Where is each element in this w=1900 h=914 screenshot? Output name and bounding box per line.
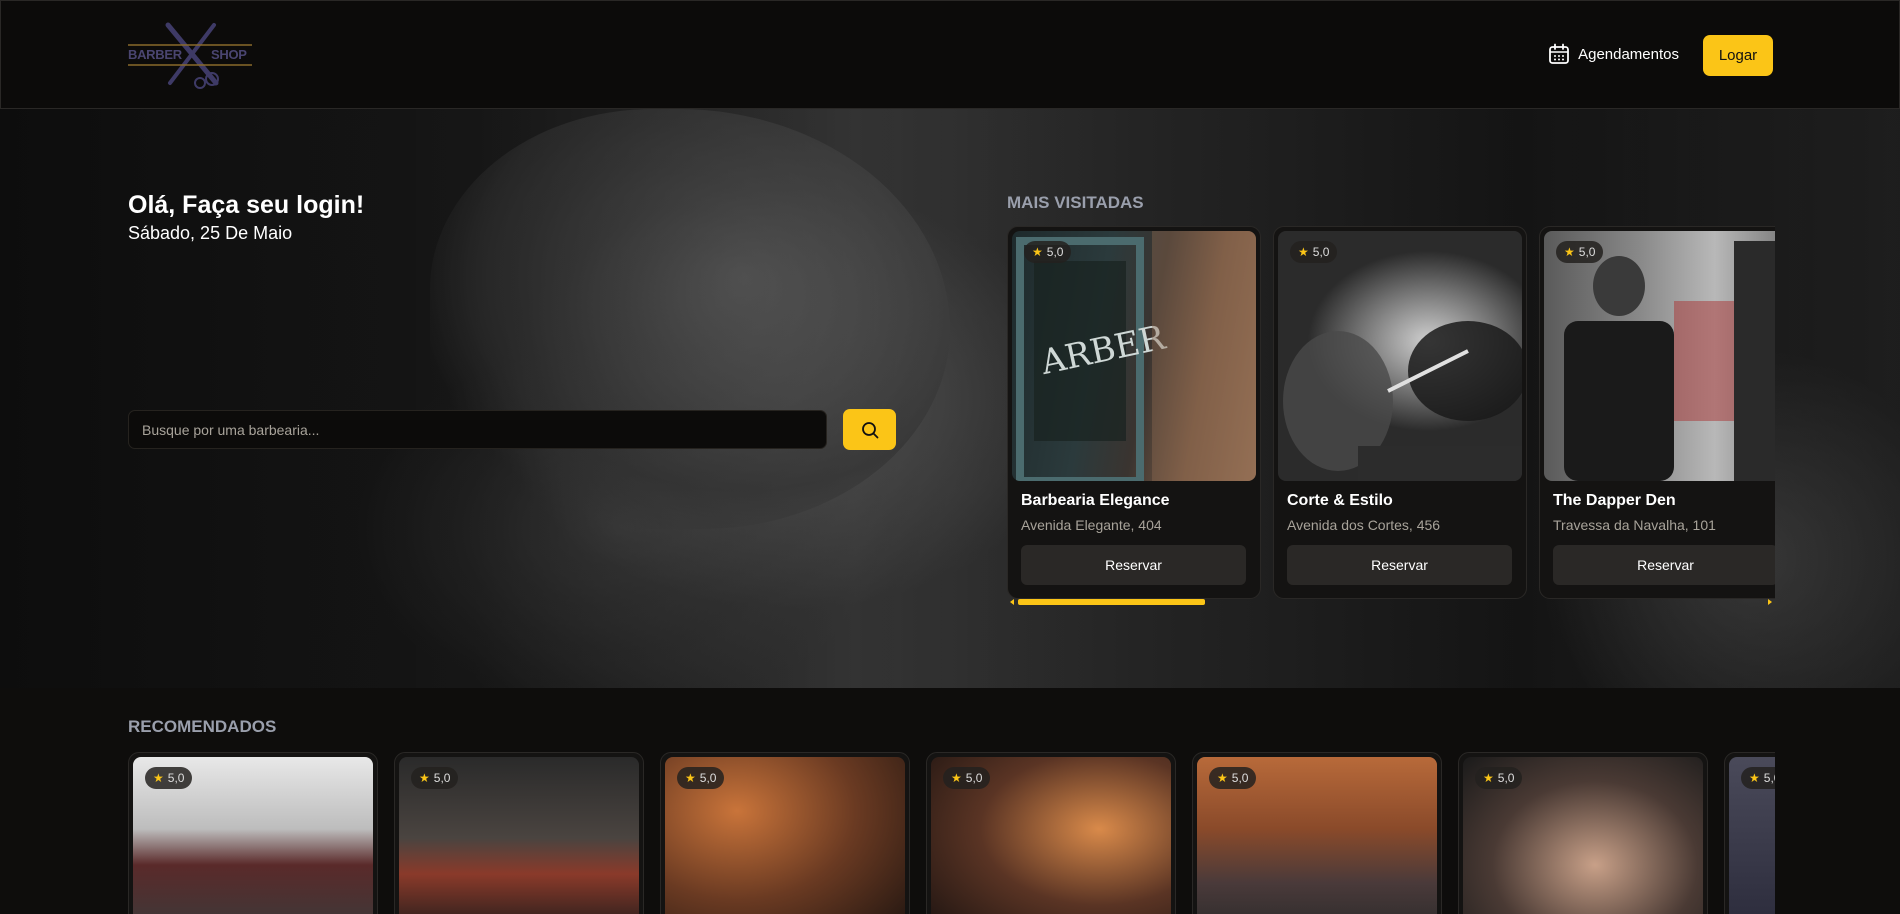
rating-badge: ★5,0 bbox=[411, 767, 459, 789]
barbershop-image: ★5,0 bbox=[665, 757, 905, 914]
login-button[interactable]: Logar bbox=[1703, 35, 1773, 76]
barbershop-image: ★5,0 bbox=[1729, 757, 1775, 914]
barbershop-card[interactable]: ARBER ★ 5,0 Barbearia Elegance Avenida E… bbox=[1007, 226, 1261, 599]
recommended-row[interactable]: ★5,0 ★5,0 ★5,0 ★5,0 ★5,0 ★5,0 ★5,0 bbox=[128, 752, 1775, 914]
current-date: Sábado, 25 De Maio bbox=[128, 223, 293, 243]
barbershop-name: Corte & Estilo bbox=[1287, 492, 1393, 509]
logo-text-left: BARBER bbox=[128, 47, 182, 62]
rating-badge: ★5,0 bbox=[1741, 767, 1775, 789]
star-icon: ★ bbox=[1749, 771, 1760, 785]
barbershop-address: Travessa da Navalha, 101 bbox=[1553, 517, 1716, 533]
barbershop-card[interactable]: ★5,0 bbox=[660, 752, 910, 914]
recommended-title: RECOMENDADOS bbox=[128, 717, 277, 736]
star-icon: ★ bbox=[1298, 245, 1309, 259]
barbershop-name: Barbearia Elegance bbox=[1021, 492, 1170, 509]
barbershop-card[interactable]: ★5,0 bbox=[1724, 752, 1775, 914]
star-icon: ★ bbox=[419, 771, 430, 785]
scrollbar-thumb[interactable] bbox=[1018, 599, 1205, 605]
carousel-scrollbar[interactable] bbox=[1010, 599, 1772, 605]
barbershop-card[interactable]: ★ 5,0 The Dapper Den Travessa da Navalha… bbox=[1539, 226, 1775, 599]
rating-badge: ★5,0 bbox=[145, 767, 193, 789]
barbershop-address: Avenida Elegante, 404 bbox=[1021, 517, 1162, 533]
scroll-right-arrow-icon[interactable] bbox=[1768, 599, 1772, 605]
greeting-title: Olá, Faça seu login! bbox=[128, 191, 365, 219]
barbershop-address: Avenida dos Cortes, 456 bbox=[1287, 517, 1441, 533]
barbershop-card[interactable]: ★5,0 bbox=[128, 752, 378, 914]
most-visited-carousel[interactable]: ARBER ★ 5,0 Barbearia Elegance Avenida E… bbox=[1007, 226, 1775, 626]
rating-badge: ★ 5,0 bbox=[1290, 241, 1338, 263]
rating-badge: ★ 5,0 bbox=[1556, 241, 1604, 263]
barbershop-image: ★5,0 bbox=[931, 757, 1171, 914]
barbershop-name: The Dapper Den bbox=[1553, 492, 1676, 509]
hero-banner: Olá, Faça seu login! Sábado, 25 De Maio … bbox=[0, 109, 1900, 688]
rating-badge: ★5,0 bbox=[1209, 767, 1257, 789]
star-icon: ★ bbox=[1483, 771, 1494, 785]
search-icon bbox=[861, 421, 878, 438]
barbershop-image: ★ 5,0 bbox=[1278, 231, 1522, 481]
star-icon: ★ bbox=[1032, 245, 1043, 259]
barbershop-image: ★5,0 bbox=[133, 757, 373, 914]
search-button[interactable] bbox=[843, 409, 896, 450]
appointments-link[interactable]: Agendamentos bbox=[1548, 43, 1679, 65]
calendar-icon bbox=[1549, 43, 1569, 64]
rating-badge: ★5,0 bbox=[677, 767, 725, 789]
barbershop-image: ★5,0 bbox=[399, 757, 639, 914]
barbershop-card[interactable]: ★5,0 bbox=[394, 752, 644, 914]
search-input[interactable] bbox=[128, 410, 827, 449]
appointments-label: Agendamentos bbox=[1578, 45, 1679, 63]
reserve-button[interactable]: Reservar bbox=[1021, 545, 1246, 585]
star-icon: ★ bbox=[951, 771, 962, 785]
reserve-button[interactable]: Reservar bbox=[1287, 545, 1512, 585]
rating-badge: ★ 5,0 bbox=[1024, 241, 1072, 263]
star-icon: ★ bbox=[1217, 771, 1228, 785]
barbershop-image: ARBER ★ 5,0 bbox=[1012, 231, 1256, 481]
star-icon: ★ bbox=[1564, 245, 1575, 259]
star-icon: ★ bbox=[685, 771, 696, 785]
rating-badge: ★5,0 bbox=[1475, 767, 1523, 789]
rating-badge: ★5,0 bbox=[943, 767, 991, 789]
barbershop-card[interactable]: ★5,0 bbox=[926, 752, 1176, 914]
most-visited-title: MAIS VISITADAS bbox=[1007, 193, 1144, 212]
barbershop-image: ★ 5,0 bbox=[1544, 231, 1775, 481]
barbershop-image: ★5,0 bbox=[1197, 757, 1437, 914]
scroll-left-arrow-icon[interactable] bbox=[1010, 599, 1014, 605]
logo[interactable]: BARBER SHOP bbox=[128, 21, 252, 89]
logo-text-right: SHOP bbox=[211, 47, 247, 62]
barbershop-card[interactable]: ★ 5,0 Corte & Estilo Avenida dos Cortes,… bbox=[1273, 226, 1527, 599]
top-header: BARBER SHOP Agendamentos Logar bbox=[0, 0, 1900, 109]
star-icon: ★ bbox=[153, 771, 164, 785]
barbershop-card[interactable]: ★5,0 bbox=[1458, 752, 1708, 914]
barbershop-card[interactable]: ★5,0 bbox=[1192, 752, 1442, 914]
barbershop-image: ★5,0 bbox=[1463, 757, 1703, 914]
reserve-button[interactable]: Reservar bbox=[1553, 545, 1775, 585]
